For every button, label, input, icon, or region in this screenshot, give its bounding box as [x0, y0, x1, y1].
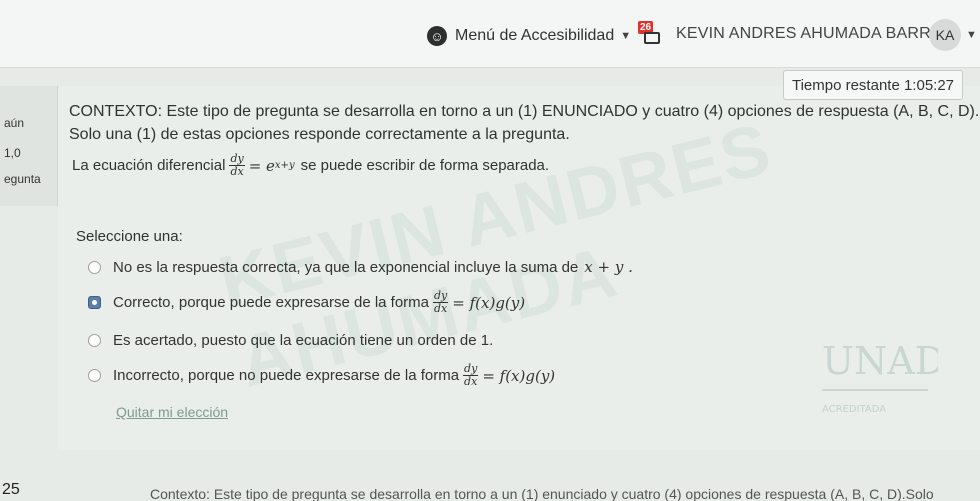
logo-caption: ACREDITADA [822, 404, 886, 415]
option-math: x + y . [584, 258, 633, 276]
avatar[interactable]: KA [929, 19, 961, 51]
next-question-context: Contexto: Este tipo de pregunta se desar… [150, 486, 934, 501]
option-math: = f(x)g(y) [482, 366, 556, 385]
mail-icon [644, 32, 660, 44]
dy-dx-fraction: dy dx [433, 290, 449, 315]
dy-dx-fraction: dy dx [463, 363, 479, 388]
clear-choice-link[interactable]: Quitar mi elección [116, 404, 228, 420]
accessibility-icon: ☺ [427, 26, 447, 46]
statement-suffix: se puede escribir de forma separada. [300, 157, 550, 174]
chevron-down-icon: ▼ [620, 30, 632, 42]
question-label: egunta [4, 172, 41, 186]
answer-option-a[interactable]: No es la respuesta correcta, ya que la e… [88, 258, 633, 276]
equation-rhs: = e [248, 156, 275, 175]
option-text: No es la respuesta correcta, ya que la e… [113, 258, 579, 276]
context-line-2: Solo una (1) de estas opciones responde … [69, 126, 570, 143]
radio-button[interactable] [88, 334, 101, 347]
question-statement: La ecuación diferencial dy dx = e x+y se… [72, 153, 549, 178]
fraction-denominator: dx [230, 165, 244, 178]
answer-option-c[interactable]: Es acertado, puesto que la ecuación tien… [88, 332, 493, 349]
next-question-number: 25 [2, 481, 20, 498]
radio-button[interactable] [88, 369, 101, 382]
option-text: Es acertado, puesto que la ecuación tien… [113, 332, 494, 349]
notifications-button[interactable]: 26 [638, 21, 662, 47]
fraction-denominator: dx [464, 375, 478, 388]
user-menu-chevron-icon[interactable]: ▼ [966, 29, 977, 41]
logo-name: UNAD [822, 339, 938, 383]
time-remaining: Tiempo restante 1:05:27 [783, 70, 963, 100]
unad-logo-watermark: UNAD ACREDITADA [818, 330, 945, 420]
user-name[interactable]: KEVIN ANDRES AHUMADA BARROS [676, 25, 954, 43]
unad-logo-icon: UNAD ACREDITADA [822, 339, 945, 415]
dy-dx-fraction: dy dx [229, 153, 245, 178]
accessibility-menu[interactable]: ☺ Menú de Accesibilidad ▼ [427, 26, 631, 46]
answer-option-b[interactable]: Correcto, porque puede expresarse de la … [88, 290, 525, 315]
radio-button-selected[interactable] [88, 296, 101, 309]
select-one-label: Seleccione una: [76, 228, 183, 245]
answer-option-d[interactable]: Incorrecto, porque no puede expresarse d… [88, 363, 555, 388]
question-info-panel: aún 1,0 egunta [0, 86, 58, 206]
question-status: aún [4, 116, 25, 130]
option-text: Correcto, porque puede expresarse de la … [113, 294, 430, 311]
fraction-denominator: dx [434, 302, 448, 315]
equation-exponent: x+y [274, 160, 295, 171]
option-text: Incorrecto, porque no puede expresarse d… [113, 367, 460, 384]
option-math: = f(x)g(y) [452, 293, 526, 312]
accessibility-menu-label: Menú de Accesibilidad [455, 27, 615, 44]
question-score: 1,0 [4, 146, 21, 160]
top-navigation-bar: ☺ Menú de Accesibilidad ▼ 26 KEVIN ANDRE… [0, 0, 980, 68]
context-line-1: CONTEXTO: Este tipo de pregunta se desar… [69, 103, 980, 120]
statement-prefix: La ecuación diferencial [72, 157, 226, 174]
radio-button[interactable] [88, 260, 101, 274]
